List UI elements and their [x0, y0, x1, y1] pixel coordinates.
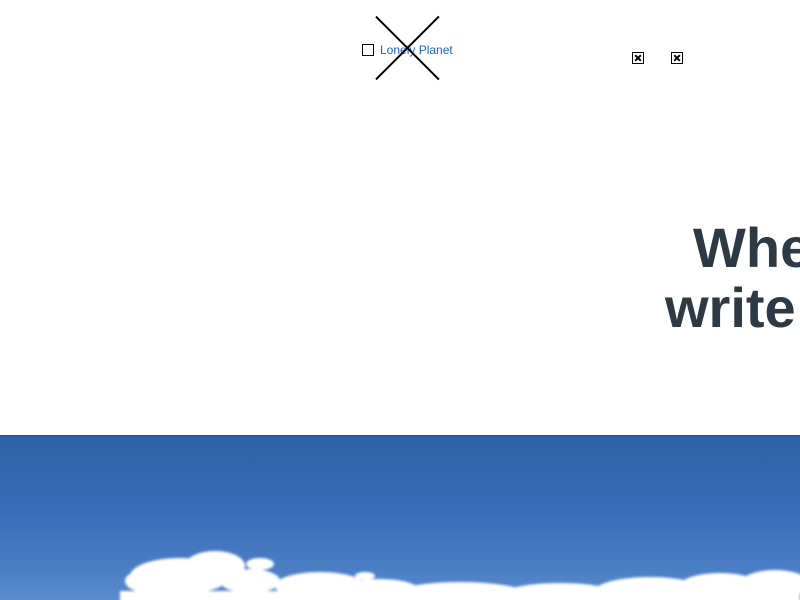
- page: Lonely Planet Whe write: [0, 0, 800, 600]
- clouds-image: [120, 551, 800, 600]
- clouds: [120, 551, 800, 600]
- hero-headline: Whe write: [665, 218, 800, 338]
- hero-headline-line-1: Whe: [693, 216, 800, 279]
- hero-headline-line-2: write: [665, 276, 796, 339]
- broken-image-icon[interactable]: [632, 52, 644, 64]
- lonely-planet-logo-link[interactable]: Lonely Planet: [362, 43, 453, 57]
- broken-image-icon[interactable]: [671, 52, 683, 64]
- hero-sky-image: [0, 435, 800, 600]
- broken-image-icon: [362, 44, 374, 56]
